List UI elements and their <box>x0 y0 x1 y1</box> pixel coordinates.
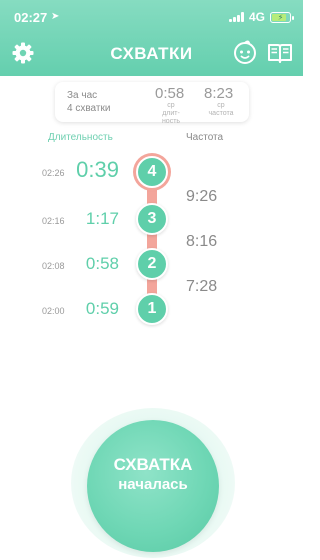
timeline-rail <box>147 172 157 308</box>
network-type: 4G <box>248 10 265 24</box>
contraction-start-time: 02:00 <box>42 306 65 316</box>
contraction-duration[interactable]: 1:17 <box>86 209 119 229</box>
duration-column-header: Длительность <box>48 132 113 143</box>
app-header: 02:27 ➤ 4G ⚡ СХВАТКИ <box>0 0 303 76</box>
avg-frequency-label: ср частота <box>208 102 234 117</box>
book-icon[interactable] <box>267 42 293 64</box>
contraction-duration[interactable]: 0:39 <box>76 157 119 183</box>
avg-frequency-value: 8:23 <box>204 85 234 102</box>
battery-charging-icon: ⚡ <box>270 11 294 23</box>
contraction-start-time: 02:08 <box>42 261 65 271</box>
contraction-number-badge[interactable]: 2 <box>136 248 168 280</box>
contraction-duration[interactable]: 0:59 <box>86 299 119 319</box>
summary-period: За час <box>67 90 98 101</box>
contraction-interval: 9:26 <box>186 188 218 205</box>
location-arrow-icon: ➤ <box>51 11 60 22</box>
contraction-number-badge[interactable]: 1 <box>136 293 168 325</box>
contraction-start-button[interactable]: СХВАТКА началась <box>87 420 219 552</box>
contraction-number-badge[interactable]: 4 <box>136 156 168 188</box>
summary-count: 4 схватки <box>67 103 111 114</box>
start-button-label-line2: началась <box>118 476 188 493</box>
status-right: 4G ⚡ <box>228 10 294 24</box>
avg-duration-label: ср длит-ность <box>161 102 181 125</box>
signal-icon <box>228 12 244 22</box>
contraction-start-time: 02:26 <box>42 168 65 178</box>
avg-duration-value: 0:58 <box>155 85 185 102</box>
contraction-interval: 8:16 <box>186 233 218 250</box>
contraction-interval: 7:28 <box>186 278 218 295</box>
contraction-start-time: 02:16 <box>42 216 65 226</box>
frequency-column-header: Частота <box>186 132 224 143</box>
hour-summary-card[interactable]: За час 4 схватки 0:58 ср длит-ность 8:23… <box>55 82 249 125</box>
status-bar: 02:27 ➤ 4G ⚡ <box>0 10 303 26</box>
contraction-duration[interactable]: 0:58 <box>86 254 119 274</box>
start-button-label-line1: СХВАТКА <box>113 455 193 474</box>
status-time: 02:27 <box>14 10 48 25</box>
baby-face-icon[interactable] <box>232 39 258 65</box>
contraction-number-badge[interactable]: 3 <box>136 203 168 235</box>
